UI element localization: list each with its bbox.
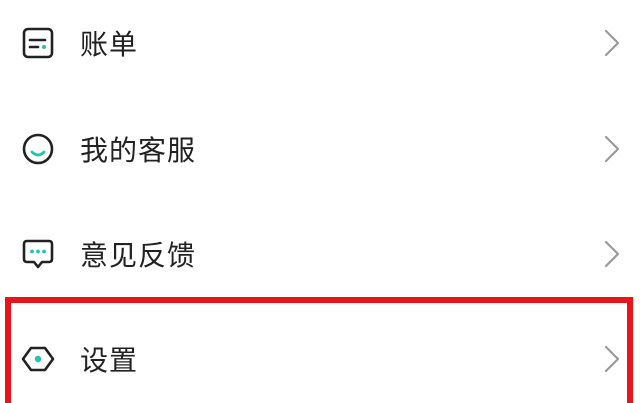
menu-item-label: 我的客服 <box>80 134 197 167</box>
menu-item-settings[interactable]: 设置 <box>0 329 642 389</box>
menu-item-label: 设置 <box>80 344 139 377</box>
menu-item-label: 意见反馈 <box>80 239 197 272</box>
menu-item-bill[interactable]: 账单 <box>0 13 642 73</box>
chevron-right-icon <box>604 135 620 163</box>
settings-icon <box>21 342 55 376</box>
menu-list: 账单 我的客服 意见反馈 设置 <box>0 0 642 403</box>
feedback-icon <box>21 237 55 271</box>
chevron-right-icon <box>604 29 620 57</box>
customer-service-icon <box>21 132 55 166</box>
chevron-right-icon <box>604 240 620 268</box>
chevron-right-icon <box>604 345 620 373</box>
menu-item-feedback[interactable]: 意见反馈 <box>0 224 642 284</box>
bill-icon <box>21 26 55 60</box>
menu-item-customer-service[interactable]: 我的客服 <box>0 119 642 179</box>
menu-item-label: 账单 <box>80 28 139 61</box>
